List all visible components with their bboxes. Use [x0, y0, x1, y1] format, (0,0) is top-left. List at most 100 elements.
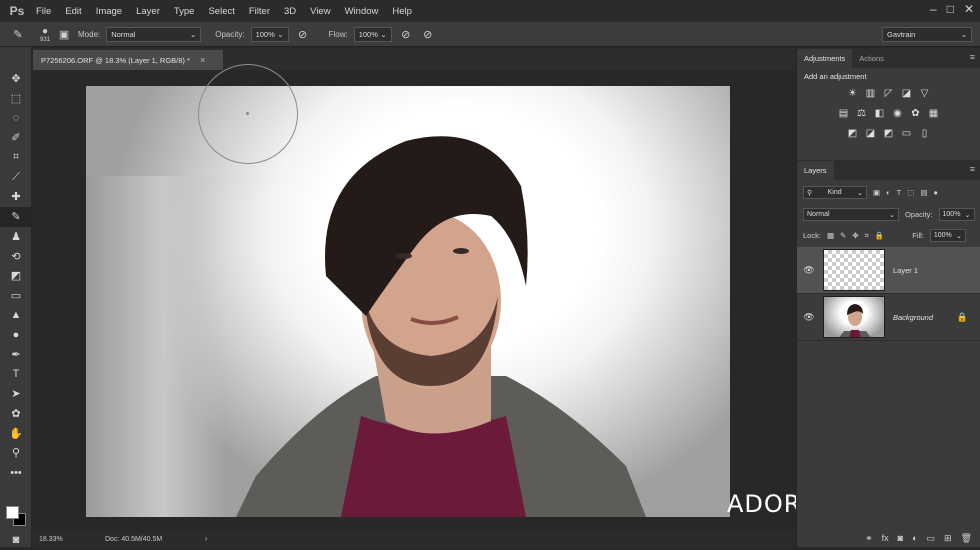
- hand-tool-icon[interactable]: ✋: [0, 423, 32, 443]
- layers-menu-icon[interactable]: ≡: [970, 164, 975, 174]
- link-layers-icon[interactable]: ⚭: [865, 533, 873, 544]
- healing-brush-tool-icon[interactable]: ✚: [0, 187, 32, 207]
- layer-kind-select[interactable]: ⚲ Kind ⌄: [803, 186, 867, 199]
- lock-artboard-icon[interactable]: ⌗: [865, 231, 869, 241]
- brush-preset-picker[interactable]: ● 931: [40, 26, 50, 43]
- workspace-select[interactable]: Gavtrain ⌄: [882, 26, 972, 42]
- menu-help[interactable]: Help: [385, 6, 419, 17]
- panel-menu-icon[interactable]: ≡: [970, 52, 975, 62]
- blur-tool-icon[interactable]: ▲: [0, 305, 32, 325]
- levels-icon[interactable]: ▥: [864, 87, 877, 99]
- add-mask-icon[interactable]: ◙: [898, 533, 903, 543]
- visibility-eye-icon[interactable]: 👁: [797, 265, 821, 276]
- blend-mode-select[interactable]: Normal ⌄: [803, 208, 899, 221]
- path-select-tool-icon[interactable]: ➤: [0, 384, 32, 404]
- pressure-opacity-icon[interactable]: ⊘: [295, 26, 311, 42]
- photo-filter-icon[interactable]: ◉: [891, 107, 904, 119]
- close-icon[interactable]: ✕: [964, 2, 974, 16]
- brush-tool-icon[interactable]: ✎: [0, 206, 32, 227]
- gradient-tool-icon[interactable]: ▭: [0, 286, 32, 306]
- crop-tool-icon[interactable]: ⌗: [0, 148, 32, 168]
- pressure-size-icon[interactable]: ⊘: [420, 26, 436, 42]
- lock-transparent-icon[interactable]: ▦: [827, 231, 834, 240]
- exposure-icon[interactable]: ◪: [900, 87, 913, 99]
- menu-filter[interactable]: Filter: [242, 6, 277, 17]
- layer-style-icon[interactable]: fx: [882, 533, 889, 543]
- eyedropper-tool-icon[interactable]: ⟋: [0, 167, 32, 187]
- dodge-tool-icon[interactable]: ●: [0, 325, 32, 345]
- new-group-icon[interactable]: ▭: [927, 533, 936, 544]
- clone-stamp-tool-icon[interactable]: ♟: [0, 227, 32, 247]
- visibility-eye-icon[interactable]: 👁: [797, 312, 821, 323]
- lock-all-icon[interactable]: 🔒: [875, 231, 884, 240]
- more-tools-icon[interactable]: •••: [0, 463, 32, 483]
- filter-toggle-icon[interactable]: ●: [933, 188, 938, 197]
- zoom-tool-icon[interactable]: ⚲: [0, 443, 32, 463]
- color-balance-icon[interactable]: ⚖: [855, 107, 868, 119]
- black-white-icon[interactable]: ◧: [873, 107, 886, 119]
- menu-edit[interactable]: Edit: [58, 6, 88, 17]
- posterize-icon[interactable]: ◪: [864, 127, 877, 139]
- fill-field[interactable]: 100% ⌄: [929, 229, 966, 242]
- brightness-contrast-icon[interactable]: ☀: [846, 87, 859, 99]
- move-tool-icon[interactable]: ✥: [0, 69, 32, 89]
- channel-mixer-icon[interactable]: ✿: [909, 107, 922, 119]
- new-layer-icon[interactable]: ⊞: [944, 533, 952, 544]
- tab-layers[interactable]: Layers: [797, 161, 834, 180]
- gradient-map-icon[interactable]: ▭: [900, 127, 913, 139]
- color-lookup-icon[interactable]: ▦: [927, 107, 940, 119]
- quick-select-tool-icon[interactable]: ✐: [0, 128, 32, 148]
- type-tool-icon[interactable]: T: [0, 364, 32, 384]
- lock-position-icon[interactable]: ✥: [852, 231, 858, 240]
- eraser-tool-icon[interactable]: ◩: [0, 266, 32, 286]
- hue-saturation-icon[interactable]: ▤: [837, 107, 850, 119]
- vibrance-icon[interactable]: ▽: [918, 87, 931, 99]
- menu-select[interactable]: Select: [201, 6, 241, 17]
- filter-adjustment-icon[interactable]: ◐: [886, 188, 891, 197]
- minimize-icon[interactable]: –: [930, 2, 937, 16]
- layer-row-layer-1[interactable]: 👁 Layer 1: [797, 247, 980, 294]
- layer-name[interactable]: Background: [893, 313, 933, 322]
- brush-tool-icon[interactable]: ✎: [10, 26, 26, 42]
- tab-actions[interactable]: Actions: [852, 49, 891, 68]
- history-brush-tool-icon[interactable]: ⟲: [0, 246, 32, 266]
- canvas-image[interactable]: [86, 86, 730, 517]
- filter-shape-icon[interactable]: ⬚: [907, 188, 914, 197]
- filter-type-icon[interactable]: T: [897, 188, 902, 197]
- menu-type[interactable]: Type: [167, 6, 202, 17]
- lock-pixels-icon[interactable]: ✎: [840, 231, 846, 240]
- layer-opacity-field[interactable]: 100% ⌄: [938, 208, 975, 221]
- mode-select[interactable]: Normal ⌄: [106, 26, 202, 42]
- shape-tool-icon[interactable]: ✿: [0, 404, 32, 424]
- menu-3d[interactable]: 3D: [277, 6, 303, 17]
- lasso-tool-icon[interactable]: ◌: [0, 108, 32, 128]
- delete-layer-icon[interactable]: 🗑: [961, 533, 972, 544]
- menu-window[interactable]: Window: [338, 6, 386, 17]
- layer-name[interactable]: Layer 1: [893, 266, 918, 275]
- filter-pixel-icon[interactable]: ▣: [873, 188, 880, 197]
- threshold-icon[interactable]: ◩: [882, 127, 895, 139]
- foreground-color-swatch[interactable]: [6, 506, 19, 519]
- layer-row-background[interactable]: 👁 Background 🔒: [797, 294, 980, 341]
- maximize-icon[interactable]: □: [947, 2, 954, 16]
- zoom-level[interactable]: 18.33%: [33, 536, 85, 543]
- airbrush-icon[interactable]: ⊘: [398, 26, 414, 42]
- curves-icon[interactable]: ◸: [882, 87, 895, 99]
- invert-icon[interactable]: ◩: [846, 127, 859, 139]
- status-menu-icon[interactable]: ›: [205, 536, 207, 543]
- brush-panel-icon[interactable]: ▣: [56, 26, 72, 42]
- menu-image[interactable]: Image: [89, 6, 129, 17]
- close-document-icon[interactable]: ×: [200, 55, 205, 65]
- filter-smart-object-icon[interactable]: ▤: [920, 188, 927, 197]
- tab-adjustments[interactable]: Adjustments: [797, 49, 853, 68]
- selective-color-icon[interactable]: ▯: [918, 127, 931, 139]
- document-tab[interactable]: P7256206.ORF @ 18.3% (Layer 1, RGB/8) * …: [33, 50, 223, 70]
- menu-file[interactable]: File: [29, 6, 58, 17]
- new-adjustment-icon[interactable]: ◐: [912, 533, 917, 543]
- menu-view[interactable]: View: [303, 6, 337, 17]
- marquee-tool-icon[interactable]: ⬚: [0, 89, 32, 109]
- opacity-field[interactable]: 100% ⌄: [250, 26, 289, 42]
- menu-layer[interactable]: Layer: [129, 6, 167, 17]
- flow-field[interactable]: 100% ⌄: [353, 26, 392, 42]
- pen-tool-icon[interactable]: ✒: [0, 345, 32, 365]
